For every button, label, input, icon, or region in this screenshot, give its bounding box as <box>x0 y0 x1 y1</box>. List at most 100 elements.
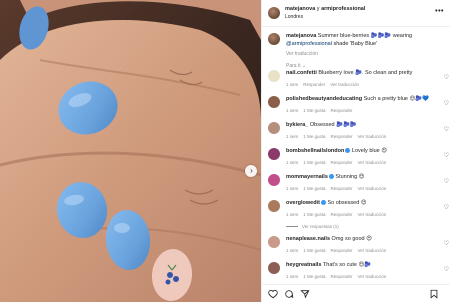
next-photo-button[interactable]: › <box>245 165 257 177</box>
comment-text: Blueberry love 🫐. So clean and pretty <box>316 70 413 76</box>
comment-text: Lovely blue 😍 <box>350 148 387 154</box>
owner-username[interactable]: matejanova <box>285 6 315 12</box>
more-options-icon[interactable]: ••• <box>435 8 444 15</box>
comment-meta: 1 sem 1 Me gusta Responder <box>286 107 436 114</box>
reply-button[interactable]: Responder <box>331 212 353 217</box>
comment-time: 1 sem <box>286 274 299 279</box>
comment-meta: 1 sem 1 Me gusta Responder Ver traducción <box>286 133 436 140</box>
comment-filter[interactable]: Para ti ⌄ <box>286 63 306 69</box>
post-caption: matejanova Summer blue-berries 🫐🫐🫐 weari… <box>262 27 450 59</box>
comment-meta: 1 sem 1 Me gusta Responder Ver traducción <box>286 247 436 254</box>
reply-button[interactable]: Responder <box>331 248 353 253</box>
comment-body: heygreatnails That's so cute 😍🫐 1 sem 1 Me… <box>286 262 436 280</box>
comment-like-heart-icon[interactable]: ♡ <box>444 266 449 273</box>
comment-like-heart-icon[interactable]: ♡ <box>444 204 449 211</box>
comment-likes[interactable]: 1 Me gusta <box>303 108 325 113</box>
chevron-down-icon: ⌄ <box>301 63 307 69</box>
comment-icon[interactable] <box>284 289 294 299</box>
comment-meta: 1 sem 1 Me gusta Responder Ver traducción <box>286 185 436 192</box>
commenter-avatar[interactable] <box>268 236 280 248</box>
reply-button[interactable]: Responder <box>331 134 353 139</box>
share-icon[interactable] <box>300 289 310 299</box>
post-photo[interactable]: › <box>0 0 261 302</box>
commenter-username[interactable]: nenaplease.nails <box>286 236 330 242</box>
see-translation-link[interactable]: Ver traducción <box>358 134 387 139</box>
commenter-avatar[interactable] <box>268 148 280 160</box>
commenter-username[interactable]: heygreatnails <box>286 262 321 268</box>
comment-text: Stunning 😍 <box>333 174 365 180</box>
owner-avatar[interactable] <box>268 7 280 19</box>
caption-username[interactable]: matejanova <box>286 33 316 39</box>
comment-text: That's so cute 😍🫐 <box>321 262 372 268</box>
view-replies[interactable]: Ver respuestas (1) <box>286 224 339 229</box>
commenter-username[interactable]: overglowedit <box>286 200 320 206</box>
comment-text: Such a pretty blue 😍🫐💙 <box>362 96 429 102</box>
commenter-username[interactable]: mommayernails <box>286 174 328 180</box>
reply-button[interactable]: Responder <box>331 108 353 113</box>
comment-likes[interactable]: 1 Me gusta <box>303 186 325 191</box>
heart-icon[interactable] <box>268 289 278 299</box>
caption-text: matejanova Summer blue-berries 🫐🫐🫐 weari… <box>286 33 444 59</box>
commenter-avatar[interactable] <box>268 262 280 274</box>
coauthor-username[interactable]: armiprofessional <box>321 6 365 12</box>
see-translation-link[interactable]: Ver traducción <box>358 212 387 217</box>
commenter-avatar[interactable] <box>268 174 280 186</box>
comment-body: mommayernails Stunning 😍 1 sem 1 Me gusta R… <box>286 174 436 192</box>
comment-likes[interactable]: 1 Me gusta <box>303 248 325 253</box>
see-translation-link[interactable]: Ver traducción <box>358 248 387 253</box>
comment-likes[interactable]: 1 Me gusta <box>303 160 325 165</box>
bookmark-icon[interactable] <box>429 289 439 299</box>
commenter-username[interactable]: bombshellnailslondon <box>286 148 344 154</box>
comment-likes[interactable]: 1 Me gusta <box>303 134 325 139</box>
comment-likes[interactable]: 1 Me gusta <box>303 212 325 217</box>
chevron-right-icon: › <box>250 166 253 175</box>
view-replies-label: Ver respuestas (1) <box>302 224 339 229</box>
comment-text: Omg so good 😍 <box>330 236 372 242</box>
commenter-avatar[interactable] <box>268 70 280 82</box>
comment-like-heart-icon[interactable]: ♡ <box>444 100 449 107</box>
comment-time: 1 sem <box>286 248 299 253</box>
commenter-username[interactable]: bykiera_ <box>286 122 308 128</box>
caption-avatar[interactable] <box>268 33 280 45</box>
reply-button[interactable]: Responder <box>331 274 353 279</box>
caption-body-end: shade 'Baby Blue' <box>331 40 378 47</box>
comment-likes[interactable]: 1 Me gusta <box>303 274 325 279</box>
comment-meta: 1 sem Responder Ver traducción <box>286 81 436 88</box>
nails-photo <box>0 0 261 302</box>
see-translation-link[interactable]: Ver traducción <box>330 82 359 87</box>
commenter-avatar[interactable] <box>268 96 280 108</box>
comment-like-heart-icon[interactable]: ♡ <box>444 126 449 133</box>
comment-time: 1 sem <box>286 212 299 217</box>
comment-time: 1 sem <box>286 134 299 139</box>
commenter-avatar[interactable] <box>268 200 280 212</box>
caption-body-start: Summer blue-berries 🫐🫐🫐 wearing <box>316 33 413 39</box>
commenter-username[interactable]: polishedbeautyandeducating <box>286 96 362 102</box>
reply-button[interactable]: Responder <box>331 160 353 165</box>
comment-text: So obsessed 😍 <box>325 200 367 206</box>
comment-time: 1 sem <box>286 160 299 165</box>
caption-see-translation[interactable]: Ver traducción <box>286 51 444 59</box>
comment-like-heart-icon[interactable]: ♡ <box>444 152 449 159</box>
post-side-panel: matejanova y armiprofessional Londres ••… <box>261 0 450 302</box>
comment-time: 1 sem <box>286 82 299 87</box>
post-header: matejanova y armiprofessional Londres ••… <box>262 0 450 27</box>
see-translation-link[interactable]: Ver traducción <box>358 160 387 165</box>
caption-mention[interactable]: @armiprofessional <box>286 41 332 47</box>
comment-body: bykiera_ Obsessed 🫐🫐🫐 1 sem 1 Me gusta Resp… <box>286 122 436 140</box>
comment-like-heart-icon[interactable]: ♡ <box>444 240 449 247</box>
comment-like-heart-icon[interactable]: ♡ <box>444 178 449 185</box>
see-translation-link[interactable]: Ver traducción <box>358 186 387 191</box>
reply-button[interactable]: Responder <box>331 186 353 191</box>
reply-button[interactable]: Responder <box>303 82 325 87</box>
commenter-avatar[interactable] <box>268 122 280 134</box>
comment-meta: 1 sem 1 Me gusta Responder Ver traducción <box>286 159 436 166</box>
commenter-username[interactable]: nail.confetti <box>286 70 317 76</box>
comment-body: nenaplease.nails Omg so good 😍 1 sem 1 Me … <box>286 236 436 254</box>
comment-filter-label: Para ti <box>286 63 301 69</box>
post-actions <box>262 284 450 302</box>
comment-like-heart-icon[interactable]: ♡ <box>444 74 449 81</box>
replies-divider <box>286 226 298 228</box>
see-translation-link[interactable]: Ver traducción <box>358 274 387 279</box>
comment-body: overglowedit So obsessed 😍 1 sem 1 Me gust… <box>286 200 436 218</box>
post-location[interactable]: Londres <box>285 13 365 21</box>
